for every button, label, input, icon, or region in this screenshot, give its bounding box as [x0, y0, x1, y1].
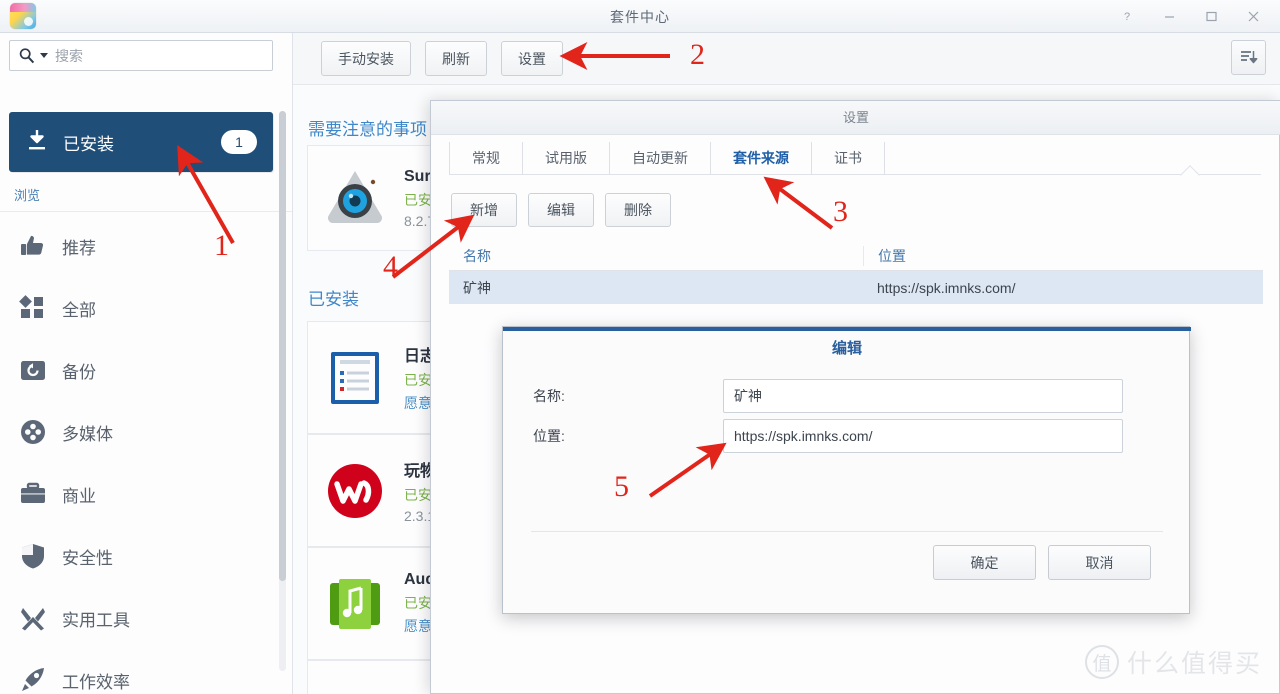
film-reel-icon: [21, 420, 45, 444]
annotation-number-2: 2: [690, 38, 705, 71]
sidebar-scrollbar[interactable]: [279, 111, 286, 671]
sidebar-item-label: 安全性: [62, 548, 113, 568]
cell-name: 矿神: [463, 279, 491, 296]
source-edit-button[interactable]: 编辑: [528, 193, 594, 227]
edit-name-label: 名称:: [533, 388, 565, 404]
content-toolbar: 手动安装 刷新 设置: [293, 33, 1280, 85]
edit-location-row: 位置:: [533, 419, 1123, 453]
installed-count-badge: 1: [221, 130, 257, 154]
sidebar-item-business[interactable]: 商业: [0, 463, 292, 525]
minimize-button[interactable]: [1150, 2, 1188, 32]
tab-trial[interactable]: 试用版: [523, 142, 610, 174]
backup-icon: [21, 361, 45, 380]
chevron-down-icon[interactable]: [40, 53, 48, 58]
sidebar-item-label: 备份: [62, 362, 96, 382]
edit-dialog-title: 编辑: [831, 340, 862, 357]
source-add-button[interactable]: 新增: [451, 193, 517, 227]
edit-location-input[interactable]: [723, 419, 1123, 453]
tools-icon: [21, 608, 45, 631]
sidebar-item-productivity[interactable]: 工作效率: [0, 649, 292, 694]
sidebar-item-label: 多媒体: [62, 424, 113, 444]
audio-station-icon: [330, 578, 380, 629]
tab-certificate[interactable]: 证书: [812, 142, 885, 174]
table-row[interactable]: 矿神 https://spk.imnks.com/: [449, 271, 1263, 304]
cloud-sync-icon: [324, 686, 386, 694]
sidebar-item-recommended[interactable]: 推荐: [0, 215, 292, 277]
edit-name-input[interactable]: [723, 379, 1123, 413]
sidebar-item-label: 商业: [62, 486, 96, 506]
edit-source-dialog: 编辑 名称: 位置: 确定 取消: [502, 326, 1191, 614]
window-title: 套件中心: [610, 9, 670, 25]
sidebar-item-utilities[interactable]: 实用工具: [0, 587, 292, 649]
annotation-number-5: 5: [614, 470, 629, 503]
watermark-logo: 值: [1084, 645, 1119, 679]
source-remove-button[interactable]: 删除: [605, 193, 671, 227]
shield-icon: [22, 544, 44, 569]
sidebar-item-label: 实用工具: [62, 610, 130, 630]
svg-text:?: ?: [1124, 11, 1130, 23]
sidebar-item-label: 推荐: [62, 238, 96, 258]
thumbs-up-icon: [18, 231, 48, 261]
sidebar-scrollbar-thumb[interactable]: [279, 111, 286, 581]
search-icon: [18, 47, 36, 65]
help-button[interactable]: ?: [1108, 2, 1146, 32]
cell-location: https://spk.imnks.com/: [877, 279, 1016, 296]
close-button[interactable]: [1234, 2, 1272, 32]
rocket-icon: [22, 668, 44, 691]
refresh-button[interactable]: 刷新: [425, 41, 487, 76]
tab-package-sources[interactable]: 套件来源: [711, 142, 812, 174]
window-titlebar: 套件中心 ?: [0, 0, 1280, 33]
dialog-accent-bar: [503, 327, 1191, 331]
watermark: 值 什么值得买: [1084, 644, 1262, 680]
settings-tabs: 常规 试用版 自动更新 套件来源 证书: [449, 142, 1261, 174]
column-header-location[interactable]: 位置: [863, 245, 1263, 266]
wanwu-icon: [328, 463, 382, 518]
cancel-button[interactable]: 取消: [1048, 545, 1151, 580]
sort-descending-icon[interactable]: [1231, 40, 1266, 75]
source-table: 名称 位置 矿神 https://spk.imnks.com/: [449, 241, 1263, 304]
manual-install-button[interactable]: 手动安装: [321, 41, 411, 76]
grid-icon: [18, 293, 48, 323]
search-box[interactable]: [9, 40, 273, 71]
window-controls: ?: [1108, 0, 1272, 33]
column-header-name[interactable]: 名称: [449, 246, 863, 266]
source-action-buttons: 新增 编辑 删除: [451, 193, 671, 227]
edit-location-label: 位置:: [533, 428, 565, 444]
sidebar-nav-list: 推荐 全部 备份 多媒体 商业 安全性 实用工具 工作效率: [0, 215, 292, 694]
annotation-number-1: 1: [214, 229, 229, 262]
sidebar-item-backup[interactable]: 备份: [0, 339, 292, 401]
download-icon: [25, 128, 49, 157]
sidebar-item-label: 全部: [62, 300, 96, 320]
section-installed-title: 已安装: [308, 290, 359, 309]
log-center-icon: [331, 351, 379, 404]
tabs-underline: [449, 174, 1261, 175]
sidebar-item-installed[interactable]: 已安装 1: [9, 112, 273, 172]
dialog-divider: [531, 531, 1163, 532]
sidebar: 已安装 1 浏览 推荐 全部: [0, 33, 293, 694]
edit-name-row: 名称:: [533, 379, 1123, 413]
sidebar-item-label: 工作效率: [62, 672, 130, 692]
tab-auto-update[interactable]: 自动更新: [610, 142, 711, 174]
surveillance-station-icon: [328, 171, 382, 223]
search-input[interactable]: [55, 47, 264, 64]
sidebar-browse-label: 浏览: [14, 188, 41, 203]
sidebar-item-all[interactable]: 全部: [0, 277, 292, 339]
watermark-text: 什么值得买: [1126, 650, 1262, 678]
settings-dialog-title: 设置: [431, 101, 1280, 135]
app-root: 套件中心 ? 搜索 已安装 1 浏览 推荐 全部 备份 多媒体 商业 安全性 实…: [0, 0, 1280, 694]
edit-dialog-buttons: 确定 取消: [933, 545, 1151, 580]
sidebar-item-installed-label: 已安装: [63, 134, 114, 154]
sidebar-divider: [0, 211, 292, 212]
annotation-number-3: 3: [833, 195, 848, 228]
settings-button[interactable]: 设置: [501, 41, 563, 76]
section-attention-title: 需要注意的事项: [308, 120, 427, 139]
annotation-number-4: 4: [383, 250, 398, 283]
ok-button[interactable]: 确定: [933, 545, 1036, 580]
briefcase-icon: [21, 482, 45, 503]
maximize-button[interactable]: [1192, 2, 1230, 32]
tab-general[interactable]: 常规: [449, 142, 523, 174]
sidebar-item-security[interactable]: 安全性: [0, 525, 292, 587]
source-table-header: 名称 位置: [449, 241, 1263, 271]
sidebar-item-multimedia[interactable]: 多媒体: [0, 401, 292, 463]
